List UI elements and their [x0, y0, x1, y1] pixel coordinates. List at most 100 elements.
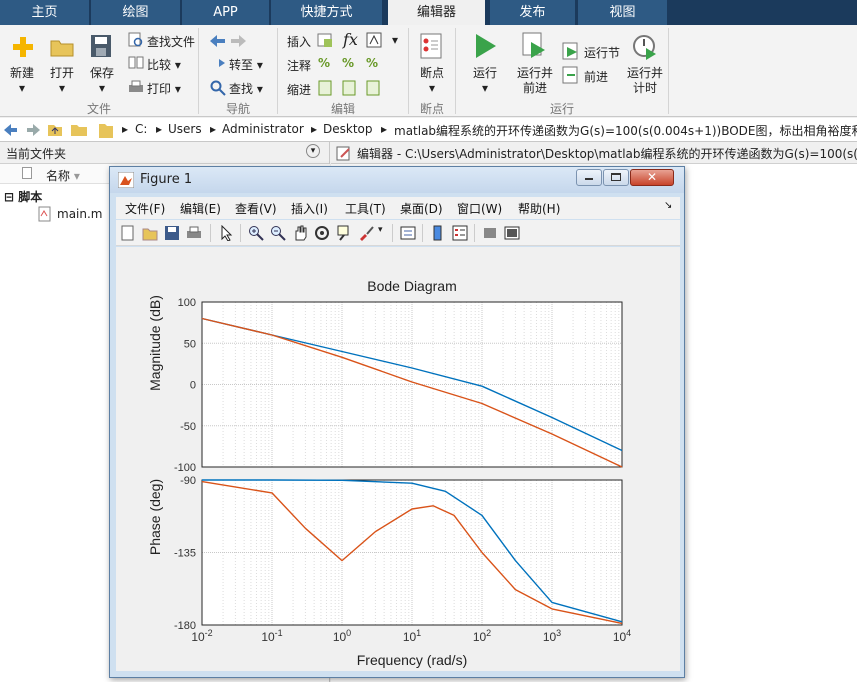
tab-editor[interactable]: 编辑器	[388, 0, 486, 25]
close-icon: ✕	[646, 170, 658, 184]
advance-button[interactable]: 前进	[584, 68, 608, 85]
up-folder-icon[interactable]	[47, 121, 63, 137]
browse-folder-icon[interactable]	[70, 121, 88, 137]
comment-button[interactable]: 注释	[287, 57, 311, 74]
colorbar-icon[interactable]	[430, 225, 446, 241]
bode-plot[interactable]: Bode Diagram 100500-50-100 -90-135-18010…	[116, 247, 680, 671]
new-button[interactable]: 新建 ▾	[4, 66, 40, 96]
back-forward-nav-icon[interactable]	[3, 123, 41, 137]
figure-toolbar: ▾	[116, 220, 680, 246]
tab-home[interactable]: 主页	[0, 0, 90, 25]
function-icon[interactable]	[366, 32, 382, 48]
editor-title: 编辑器 - C:\Users\Administrator\Desktop\mat…	[357, 147, 857, 161]
menu-insert[interactable]: 插入(I)	[291, 200, 328, 217]
breadcrumb-drive[interactable]: C:	[135, 122, 147, 136]
breadcrumb-folder[interactable]: matlab编程系统的开环传递函数为G(s)=100(s(0.004s+1))B…	[394, 122, 857, 139]
folder-tree-item[interactable]: ⊟ 脚本	[4, 188, 42, 205]
breakpoints-label: 断点	[419, 66, 444, 80]
editor-icon	[336, 146, 350, 161]
back-forward-icon[interactable]	[208, 33, 248, 49]
insert-button[interactable]: 插入	[287, 33, 311, 50]
menu-help[interactable]: 帮助(H)	[518, 200, 560, 217]
wrap-comment-icon[interactable]: %	[366, 56, 378, 70]
open-button[interactable]: 打开 ▾	[44, 66, 80, 96]
breadcrumb-desktop[interactable]: Desktop	[323, 122, 373, 136]
group-run-label: 运行	[549, 102, 574, 116]
show-plot-tools-icon[interactable]	[504, 225, 520, 241]
comment-percent-icon[interactable]: %	[318, 56, 330, 70]
group-separator	[668, 28, 669, 114]
menu-file[interactable]: 文件(F)	[125, 200, 165, 217]
brush-dropdown[interactable]: ▾	[378, 225, 383, 235]
goto-button[interactable]: 转至 ▾	[229, 56, 263, 73]
save-figure-icon[interactable]	[164, 225, 180, 241]
menu-window[interactable]: 窗口(W)	[457, 200, 502, 217]
compare-button[interactable]: 比较 ▾	[147, 56, 181, 73]
increase-indent-icon[interactable]	[342, 80, 356, 96]
open-folder-icon	[50, 40, 74, 57]
menu-view[interactable]: 查看(V)	[235, 200, 277, 217]
uncomment-icon[interactable]: %	[342, 56, 354, 70]
smart-indent-icon[interactable]	[318, 80, 332, 96]
new-icon	[13, 37, 33, 57]
pan-hand-icon[interactable]	[292, 225, 308, 241]
magnitude-ylabel: Magnitude (dB)	[147, 295, 163, 391]
xtick-label: 10-2	[191, 628, 212, 644]
xtick-label: 102	[473, 628, 491, 644]
pointer-icon[interactable]	[218, 225, 234, 241]
run-button[interactable]: 运行 ▾	[466, 66, 504, 96]
save-button[interactable]: 保存 ▾	[84, 66, 120, 96]
tab-publish[interactable]: 发布	[490, 0, 576, 25]
find-button[interactable]: 查找 ▾	[229, 80, 263, 97]
group-breakpoint-label: 断点	[419, 102, 444, 116]
brush-icon[interactable]	[358, 225, 374, 241]
run-and-time-button[interactable]: 运行并 计时	[622, 66, 668, 96]
menu-desktop[interactable]: 桌面(D)	[400, 200, 443, 217]
breakpoints-button[interactable]: 断点 ▾	[412, 66, 452, 96]
xtick-exponent: -2	[205, 628, 213, 638]
decrease-indent-icon[interactable]	[366, 80, 380, 96]
close-button[interactable]: ✕	[630, 169, 674, 186]
dock-arrow-icon[interactable]: ↘	[664, 200, 672, 211]
breadcrumb-administrator[interactable]: Administrator	[222, 122, 304, 136]
find-files-button[interactable]: 查找文件	[147, 33, 195, 50]
new-figure-icon[interactable]	[120, 225, 136, 241]
run-and-advance-button[interactable]: 运行并 前进	[512, 66, 558, 96]
file-item-main[interactable]: main.m	[57, 207, 103, 221]
name-column-header[interactable]: 名称 ▾	[46, 167, 80, 184]
tab-view[interactable]: 视图	[578, 0, 668, 25]
menu-edit[interactable]: 编辑(E)	[180, 200, 221, 217]
link-plot-icon[interactable]	[400, 225, 416, 241]
breadcrumb-separator: ▸	[381, 122, 388, 136]
xtick-exponent: 1	[416, 628, 421, 638]
print-button[interactable]: 打印 ▾	[147, 80, 181, 97]
tab-apps[interactable]: APP	[182, 0, 270, 25]
minimize-button[interactable]	[576, 169, 602, 186]
tab-plots[interactable]: 绘图	[91, 0, 181, 25]
figure-titlebar: Figure 1 ✕	[110, 167, 684, 193]
toolbar-separator	[474, 224, 475, 242]
group-file-label: 文件	[86, 102, 111, 116]
print-figure-icon[interactable]	[186, 225, 202, 241]
toolbar-separator	[422, 224, 423, 242]
data-cursor-icon[interactable]	[336, 225, 352, 241]
zoom-out-icon[interactable]	[270, 225, 286, 241]
zoom-in-icon[interactable]	[248, 225, 264, 241]
indent-button[interactable]: 缩进	[287, 81, 311, 98]
insert-section-icon[interactable]	[317, 32, 333, 48]
insert-dropdown[interactable]: ▾	[392, 33, 398, 47]
rotate-3d-icon[interactable]	[314, 225, 330, 241]
breadcrumb-users[interactable]: Users	[168, 122, 202, 136]
hide-plot-tools-icon[interactable]	[482, 225, 498, 241]
run-section-icon	[562, 42, 578, 60]
maximize-button[interactable]	[603, 169, 629, 186]
legend-icon[interactable]	[452, 225, 468, 241]
open-file-icon[interactable]	[142, 225, 158, 241]
phase-axes: -90-135-18010-2 10-1 100 101 102 103 104	[174, 475, 631, 644]
fx-button[interactable]: fx	[343, 30, 358, 49]
pane-menu-icon[interactable]: ▾	[306, 144, 320, 158]
tab-shortcuts[interactable]: 快捷方式	[271, 0, 383, 25]
run-section-button[interactable]: 运行节	[584, 44, 620, 61]
xtick-label: 10-1	[261, 628, 282, 644]
menu-tools[interactable]: 工具(T)	[345, 200, 386, 217]
